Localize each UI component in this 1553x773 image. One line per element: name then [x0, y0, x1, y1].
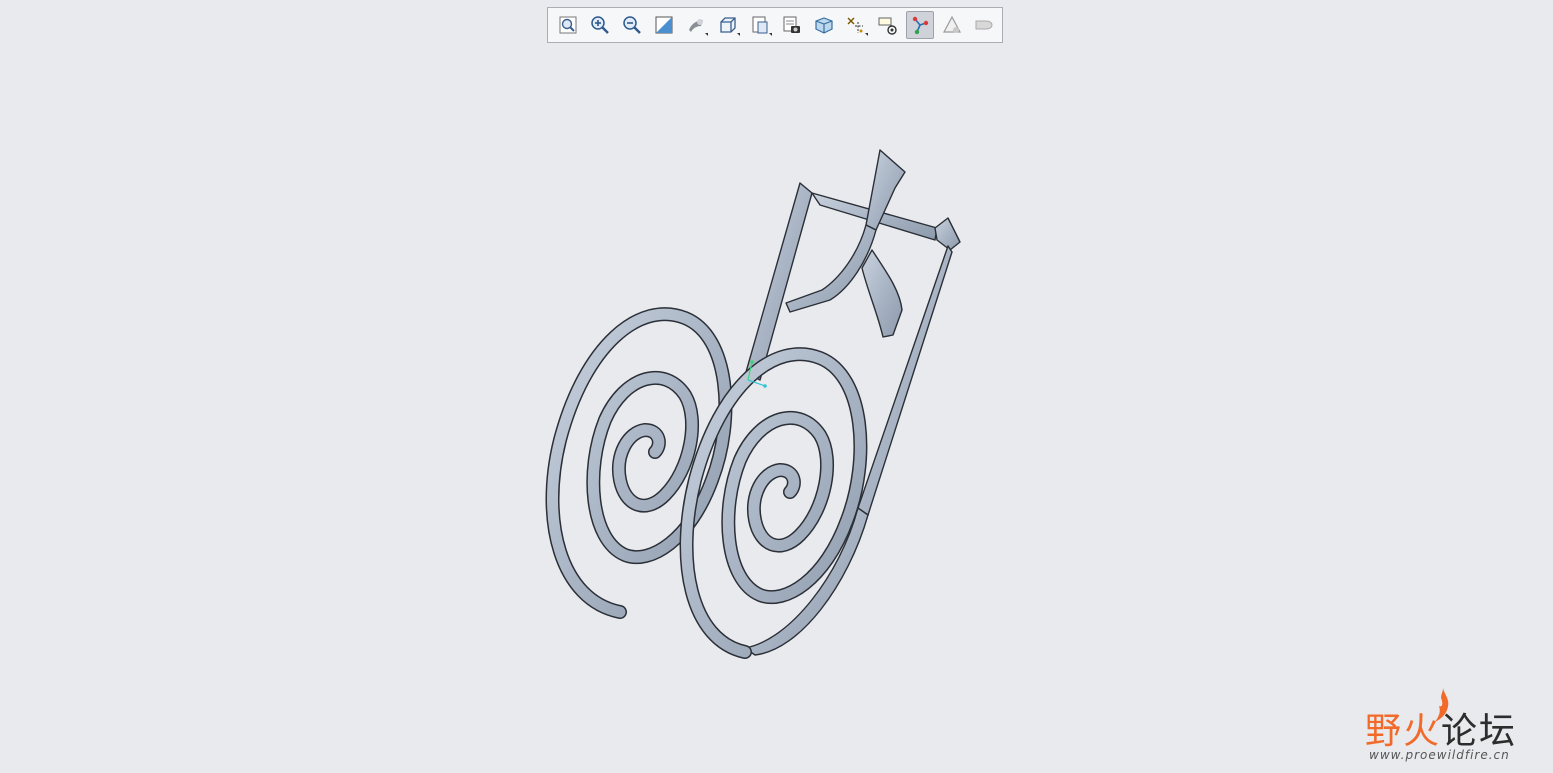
named-views-button[interactable] — [746, 11, 774, 39]
refit-button[interactable] — [554, 11, 582, 39]
view-manager-icon — [783, 16, 800, 33]
spin-center-icon — [912, 16, 929, 35]
repaint-button[interactable] — [650, 11, 678, 39]
view-manager-button[interactable] — [778, 11, 806, 39]
annotation-display-button[interactable] — [874, 11, 902, 39]
annotation-display-icon — [878, 17, 897, 35]
refit-icon — [559, 16, 577, 34]
zoom-in-icon — [591, 16, 609, 34]
logo-text: 野火论坛 — [1365, 702, 1517, 754]
right-spiral — [679, 347, 868, 659]
perspective-view-button[interactable] — [810, 11, 838, 39]
display-style-button[interactable] — [682, 11, 710, 39]
spin-center-button[interactable] — [906, 11, 934, 39]
zoom-out-icon — [623, 16, 641, 34]
zoom-out-button[interactable] — [618, 11, 646, 39]
saved-orientations-button[interactable] — [714, 11, 742, 39]
view-toolbar — [547, 7, 1003, 43]
logo-url: www.proewildfire.cn — [1369, 748, 1510, 762]
zoom-in-button[interactable] — [586, 11, 614, 39]
shading-button[interactable] — [970, 11, 998, 39]
perspective-view-icon — [815, 17, 833, 34]
shading-icon — [975, 20, 993, 30]
saved-orientations-icon — [720, 17, 736, 33]
show-triangle-button[interactable] — [938, 11, 966, 39]
logo-text-part2: 论坛 — [1441, 711, 1518, 752]
datum-display-icon — [847, 17, 863, 33]
display-style-icon — [689, 19, 703, 32]
show-triangle-icon — [943, 15, 961, 33]
named-views-icon — [752, 16, 768, 34]
logo-text-part1: 野火 — [1365, 711, 1442, 752]
forum-logo: 野火论坛 www.proewildfire.cn — [1365, 688, 1540, 768]
repaint-icon — [655, 16, 673, 34]
model-3d-view[interactable] — [0, 0, 1553, 773]
graphics-window[interactable]: 野火论坛 www.proewildfire.cn — [0, 0, 1553, 773]
datum-display-button[interactable] — [842, 11, 870, 39]
